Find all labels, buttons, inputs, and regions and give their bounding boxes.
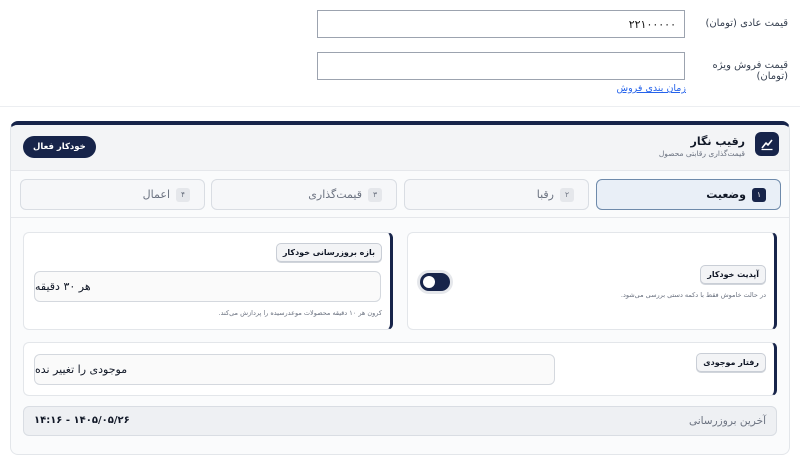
tab-label: رقبا [536, 188, 554, 201]
tab-competitors[interactable]: ۲ رقبا [404, 179, 589, 210]
stock-behavior-select[interactable]: موجودی را تغییر نده [34, 354, 555, 385]
interval-card: بازه بروزرسانی خودکار هر ۳۰ دقیقه کرون ه… [23, 232, 393, 330]
panel-title: رقیب نگار [690, 135, 746, 148]
auto-active-button[interactable]: خودکار فعال [23, 136, 96, 158]
competitor-panel: رقیب نگار قیمت‌گذاری رقابتی محصول خودکار… [10, 121, 790, 455]
interval-title: بازه بروزرسانی خودکار [275, 243, 382, 262]
tab-status[interactable]: ۱ وضعیت [596, 179, 781, 210]
sale-price-input[interactable] [317, 52, 685, 80]
tabs-divider [11, 217, 789, 218]
auto-update-toggle[interactable] [420, 273, 450, 291]
auto-update-card: آپدیت خودکار در حالت خاموش فقط با دکمه د… [407, 232, 777, 330]
interval-select[interactable]: هر ۳۰ دقیقه [34, 271, 381, 302]
regular-price-input[interactable] [317, 10, 685, 38]
tab-number: ۳ [368, 187, 382, 202]
tab-number: ۲ [560, 187, 574, 202]
trend-chart-icon [755, 132, 779, 156]
schedule-sale-link[interactable]: زمان بندی فروش [560, 83, 687, 94]
stock-behavior-card: رفتار موجودی موجودی را تغییر نده [23, 342, 777, 396]
auto-update-note: در حالت خاموش فقط با دکمه دستی بررسی می‌… [620, 291, 766, 299]
tab-number: ۴ [176, 187, 190, 202]
auto-update-title: آپدیت خودکار [700, 265, 766, 284]
interval-note: کرون هر ۱۰ دقیقه محصولات موعدرسیده را پر… [218, 309, 382, 317]
panel-subtitle: قیمت‌گذاری رقابتی محصول [658, 149, 745, 158]
regular-price-label: قیمت عادی (تومان) [705, 18, 788, 29]
tab-apply[interactable]: ۴ اعمال [20, 179, 205, 210]
last-update-bar: آخرین بروزرسانی ۱۴۰۵/۰۵/۲۶ - ۱۴:۱۶ [23, 406, 777, 436]
tab-label: وضعیت [706, 188, 746, 201]
stock-behavior-title: رفتار موجودی [696, 353, 766, 372]
tab-label: قیمت‌گذاری [308, 188, 362, 201]
tab-number: ۱ [752, 187, 766, 202]
toggle-knob [423, 276, 435, 288]
sale-price-label: قیمت فروش ویژه (تومان) [712, 60, 788, 82]
tab-pricing[interactable]: ۳ قیمت‌گذاری [211, 179, 397, 210]
last-update-label: آخرین بروزرسانی [688, 415, 766, 427]
tab-label: اعمال [142, 188, 170, 201]
divider [0, 106, 800, 107]
panel-header: رقیب نگار قیمت‌گذاری رقابتی محصول خودکار… [11, 125, 789, 171]
last-update-time: ۱۴۰۵/۰۵/۲۶ - ۱۴:۱۶ [34, 415, 130, 426]
